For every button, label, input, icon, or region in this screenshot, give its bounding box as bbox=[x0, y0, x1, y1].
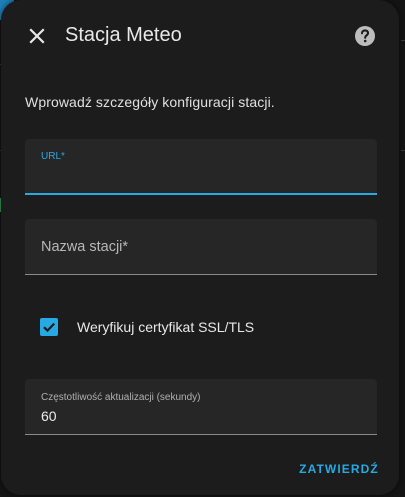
update-interval-field[interactable]: Częstotliwość aktualizacji (sekundy) 60 bbox=[25, 379, 377, 435]
config-dialog: Stacja Meteo Wprowadź szczegóły konfigur… bbox=[1, 0, 399, 495]
verify-ssl-row: Weryfikuj certyfikat SSL/TLS bbox=[37, 314, 254, 340]
station-name-label: Nazwa stacji* bbox=[41, 239, 129, 255]
station-name-field[interactable]: Nazwa stacji* bbox=[25, 219, 377, 275]
update-interval-value[interactable]: 60 bbox=[41, 407, 57, 425]
verify-ssl-label: Weryfikuj certyfikat SSL/TLS bbox=[77, 319, 255, 335]
close-button[interactable] bbox=[23, 22, 51, 50]
url-input[interactable] bbox=[41, 165, 361, 187]
verify-ssl-checkbox[interactable] bbox=[40, 318, 58, 336]
background-divider bbox=[401, 150, 405, 151]
help-circle-icon bbox=[355, 26, 375, 46]
url-field[interactable]: URL* bbox=[25, 139, 377, 195]
checkmark-icon bbox=[43, 322, 55, 333]
dialog-description: Wprowadź szczegóły konfiguracji stacji. bbox=[25, 94, 275, 110]
dialog-title: Stacja Meteo bbox=[65, 24, 182, 46]
help-button[interactable] bbox=[353, 24, 377, 48]
url-field-label: URL* bbox=[41, 151, 65, 162]
close-icon bbox=[29, 28, 45, 44]
submit-button[interactable]: ZATWIERDŹ bbox=[293, 458, 385, 480]
dialog-header: Stacja Meteo bbox=[1, 0, 399, 72]
background-divider bbox=[401, 40, 405, 41]
update-interval-label: Częstotliwość aktualizacji (sekundy) bbox=[41, 392, 201, 403]
